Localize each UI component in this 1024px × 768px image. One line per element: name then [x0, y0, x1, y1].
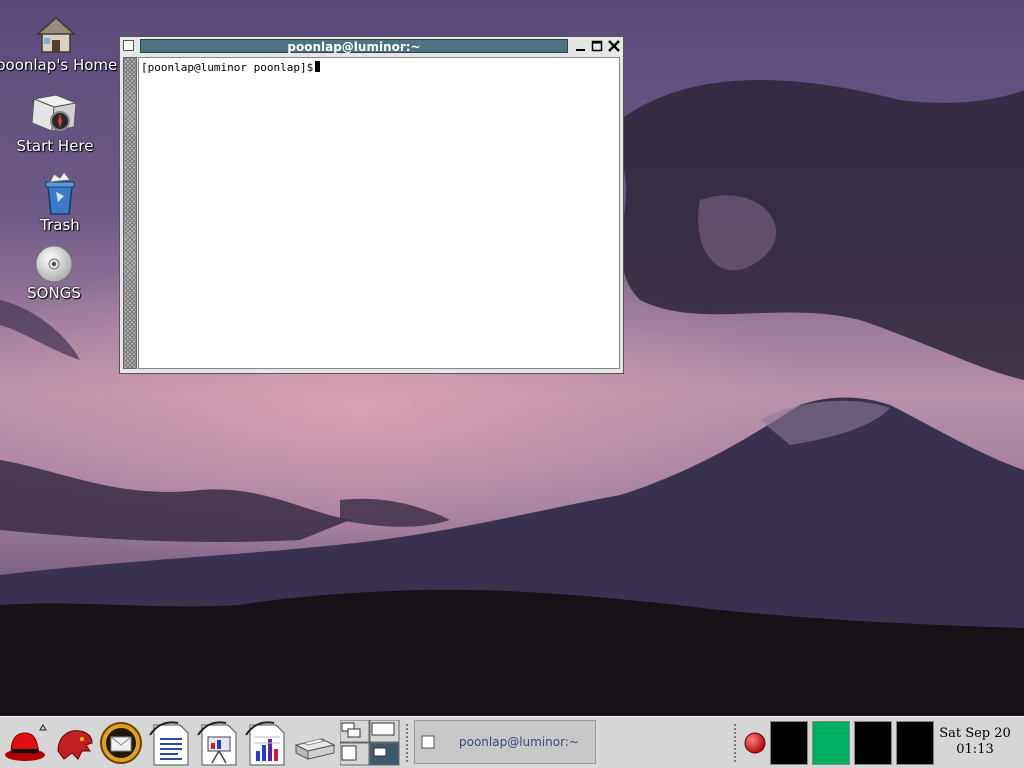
- cd-icon: [35, 245, 73, 283]
- desktop-icon-label: Trash: [40, 216, 80, 234]
- window-titlebar[interactable]: poonlap@luminor:~: [120, 37, 623, 55]
- bottom-panel: poonlap@luminor:~ Sat Sep 20 01:13: [0, 716, 1024, 768]
- text-cursor: [315, 61, 321, 72]
- evolution-icon: [100, 722, 142, 764]
- close-icon[interactable]: [607, 39, 621, 53]
- desktop-icon-label: SONGS: [27, 284, 81, 302]
- launcher-mozilla[interactable]: [52, 721, 96, 765]
- clock-time: 01:13: [956, 742, 994, 757]
- window-icon: [421, 735, 435, 749]
- terminal-body: [poonlap@luminor poonlap]$: [120, 55, 623, 373]
- trash-icon: [45, 172, 75, 215]
- calc-icon: [245, 721, 285, 766]
- mozilla-icon: [57, 730, 93, 760]
- workspace-1[interactable]: [770, 721, 808, 765]
- launcher-calc[interactable]: [244, 721, 288, 766]
- desktop-icon-label: Start Here: [16, 137, 94, 155]
- clock-date: Sat Sep 20: [939, 726, 1011, 741]
- main-menu-button[interactable]: [3, 721, 47, 765]
- terminal-scrollbar[interactable]: [123, 57, 137, 369]
- panel-drag-handle[interactable]: [405, 723, 409, 763]
- maximize-icon[interactable]: [590, 39, 604, 53]
- launcher-impress[interactable]: [196, 721, 240, 766]
- desktop-icon-trash[interactable]: Trash: [0, 172, 120, 234]
- launcher-printer[interactable]: [292, 721, 336, 765]
- desktop-icon-home[interactable]: poonlap's Home: [0, 14, 118, 74]
- workspace-4[interactable]: [896, 721, 934, 765]
- desktop-icon-start-here[interactable]: Start Here: [0, 93, 115, 155]
- minimize-icon[interactable]: [574, 39, 588, 53]
- panel-clock[interactable]: Sat Sep 20 01:13: [938, 726, 1012, 758]
- impress-icon: [197, 721, 237, 766]
- status-red-icon[interactable]: [744, 732, 766, 754]
- terminal-screen[interactable]: [poonlap@luminor poonlap]$: [138, 57, 620, 369]
- writer-icon: [149, 721, 189, 766]
- window-menu-button[interactable]: [123, 40, 134, 51]
- taskbar-item-terminal[interactable]: poonlap@luminor:~: [414, 720, 596, 764]
- home-icon: [36, 16, 76, 53]
- launcher-evolution[interactable]: [99, 721, 143, 765]
- panel-drag-handle[interactable]: [733, 723, 737, 763]
- desktop-icon-label: poonlap's Home: [0, 56, 118, 74]
- window-title: poonlap@luminor:~: [140, 39, 568, 54]
- redhat-menu-icon: [5, 724, 47, 761]
- workspace-3[interactable]: [854, 721, 892, 765]
- printer-icon: [294, 738, 336, 760]
- start-here-icon: [31, 94, 78, 132]
- launcher-writer[interactable]: [148, 721, 192, 766]
- workspace-2[interactable]: [812, 721, 850, 765]
- terminal-window[interactable]: poonlap@luminor:~ [poonlap@luminor poonl…: [119, 36, 624, 374]
- desktop-icon-songs[interactable]: SONGS: [0, 244, 114, 302]
- workspace-pager-preview[interactable]: [340, 720, 400, 766]
- taskbar-item-label: poonlap@luminor:~: [459, 735, 579, 749]
- terminal-prompt: [poonlap@luminor poonlap]$: [141, 61, 314, 74]
